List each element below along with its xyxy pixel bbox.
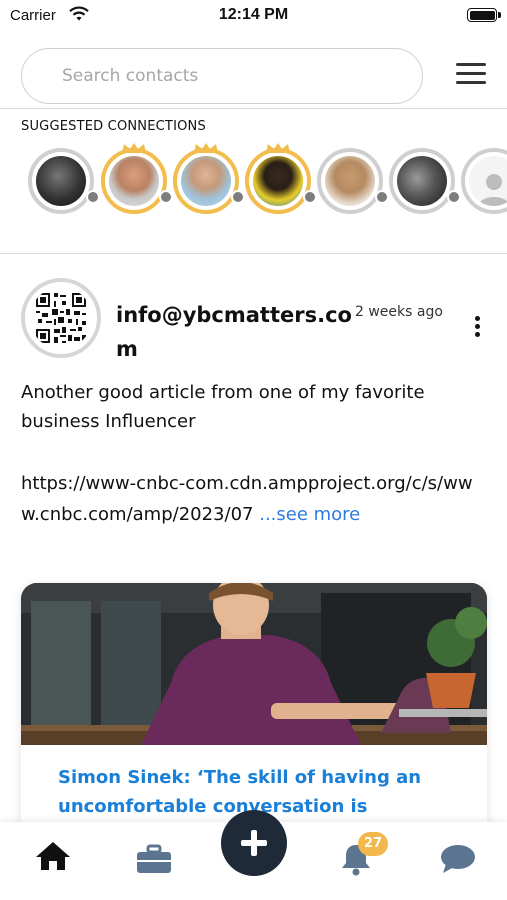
briefcase-icon[interactable] (136, 844, 172, 878)
crown-icon (122, 143, 146, 153)
add-post-button[interactable] (221, 810, 287, 876)
crown-icon (266, 143, 290, 153)
post-author-avatar[interactable] (21, 278, 101, 358)
battery-cap (498, 12, 501, 18)
post-text: Another good article from one of my favo… (21, 382, 425, 432)
suggested-avatar[interactable] (28, 148, 100, 214)
suggested-avatar-placeholder[interactable] (461, 148, 507, 214)
clock: 12:14 PM (218, 6, 289, 23)
suggested-avatar[interactable] (173, 143, 245, 214)
suggested-connections-list (28, 143, 507, 222)
status-dot (303, 190, 317, 204)
status-bar: Carrier 12:14 PM (0, 0, 507, 34)
see-more-link[interactable]: ...see more (259, 504, 360, 525)
article-image (21, 583, 487, 745)
post-link[interactable]: https://www-cnbc-com.cdn.ampproject.org/… (21, 473, 473, 525)
suggested-avatar[interactable] (101, 143, 173, 214)
messages-icon[interactable] (440, 844, 476, 878)
status-dot (159, 190, 173, 204)
search-input[interactable] (22, 49, 422, 103)
status-dot (375, 190, 389, 204)
crown-icon (194, 143, 218, 153)
link-preview-card[interactable]: Simon Sinek: ‘The skill of having an unc… (21, 583, 487, 843)
status-dot (447, 190, 461, 204)
suggested-avatar[interactable] (317, 148, 389, 214)
suggested-connections-title: SUGGESTED CONNECTIONS (21, 119, 206, 134)
post-author-name[interactable]: info@ybcmatters.com (116, 298, 356, 366)
plus-icon (241, 830, 267, 856)
section-divider (0, 253, 507, 254)
post-link-text: https://www-cnbc-com.cdn.ampproject.org/… (21, 468, 491, 530)
status-dot (86, 190, 100, 204)
post-timestamp: 2 weeks ago (355, 304, 443, 320)
qr-code-image (30, 287, 92, 349)
battery-icon (467, 8, 497, 22)
home-icon[interactable] (34, 840, 72, 876)
more-options-icon[interactable] (470, 316, 484, 342)
suggested-avatar[interactable] (245, 143, 317, 214)
suggested-avatar[interactable] (389, 148, 461, 214)
notifications-badge: 27 (358, 832, 388, 856)
user-icon (479, 174, 507, 206)
status-dot (231, 190, 245, 204)
search-bar (21, 48, 423, 104)
header-divider (0, 108, 507, 109)
menu-icon[interactable] (456, 63, 488, 89)
